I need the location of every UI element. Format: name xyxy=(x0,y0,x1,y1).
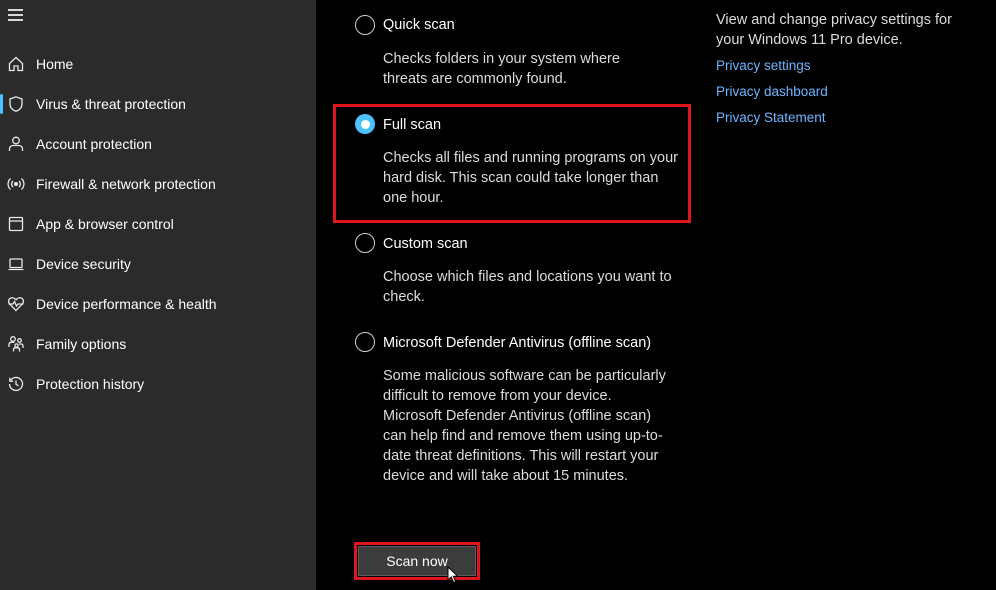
privacy-dashboard-link[interactable]: Privacy dashboard xyxy=(716,84,828,99)
heart-pulse-icon xyxy=(7,295,25,313)
custom-scan-title[interactable]: Custom scan xyxy=(383,236,468,252)
history-icon xyxy=(7,375,25,393)
wireless-signal-icon xyxy=(7,175,25,193)
quick-scan-description: Checks folders in your system where thre… xyxy=(383,51,620,87)
scan-options-panel: Quick scan Checks folders in your system… xyxy=(316,0,996,590)
privacy-statement-link[interactable]: Privacy Statement xyxy=(716,110,826,125)
sidebar-item-home[interactable]: Home xyxy=(0,44,316,84)
sidebar-item-label: App & browser control xyxy=(36,216,174,232)
quick-scan-radio[interactable] xyxy=(355,15,375,35)
full-scan-radio-selected[interactable] xyxy=(355,114,375,134)
laptop-icon xyxy=(7,255,25,273)
sidebar: Home Virus & threat protection Account p… xyxy=(0,0,316,590)
app-window-icon xyxy=(7,215,25,233)
sidebar-item-label: Home xyxy=(36,56,74,72)
offline-scan-description: Some malicious software can be particula… xyxy=(383,368,666,484)
family-icon xyxy=(7,335,25,353)
sidebar-item-firewall-network-protection[interactable]: Firewall & network protection xyxy=(0,164,316,204)
offline-scan-title[interactable]: Microsoft Defender Antivirus (offline sc… xyxy=(383,335,651,351)
quick-scan-title[interactable]: Quick scan xyxy=(383,17,455,33)
privacy-description: View and change privacy settings for you… xyxy=(716,12,952,48)
sidebar-item-label: Protection history xyxy=(36,376,145,392)
mouse-pointer-icon xyxy=(447,566,459,584)
sidebar-item-device-performance-health[interactable]: Device performance & health xyxy=(0,284,316,324)
sidebar-item-protection-history[interactable]: Protection history xyxy=(0,364,316,404)
full-scan-description: Checks all files and running programs on… xyxy=(383,150,678,206)
custom-scan-description: Choose which files and locations you wan… xyxy=(383,269,672,305)
shield-icon xyxy=(7,95,25,113)
home-icon xyxy=(7,55,25,73)
sidebar-item-label: Virus & threat protection xyxy=(36,96,186,112)
sidebar-item-label: Device security xyxy=(36,256,131,272)
sidebar-item-label: Account protection xyxy=(36,136,152,152)
sidebar-item-app-browser-control[interactable]: App & browser control xyxy=(0,204,316,244)
offline-scan-radio[interactable] xyxy=(355,332,375,352)
sidebar-item-account-protection[interactable]: Account protection xyxy=(0,124,316,164)
active-indicator xyxy=(0,94,3,114)
sidebar-item-family-options[interactable]: Family options xyxy=(0,324,316,364)
hamburger-menu-icon[interactable] xyxy=(8,9,24,21)
sidebar-item-device-security[interactable]: Device security xyxy=(0,244,316,284)
custom-scan-radio[interactable] xyxy=(355,233,375,253)
sidebar-item-label: Firewall & network protection xyxy=(36,176,216,192)
person-icon xyxy=(7,135,25,153)
full-scan-title[interactable]: Full scan xyxy=(383,117,441,133)
privacy-settings-link[interactable]: Privacy settings xyxy=(716,58,811,73)
sidebar-item-label: Device performance & health xyxy=(36,296,217,312)
sidebar-item-virus-threat-protection[interactable]: Virus & threat protection xyxy=(0,84,316,124)
sidebar-item-label: Family options xyxy=(36,336,127,352)
